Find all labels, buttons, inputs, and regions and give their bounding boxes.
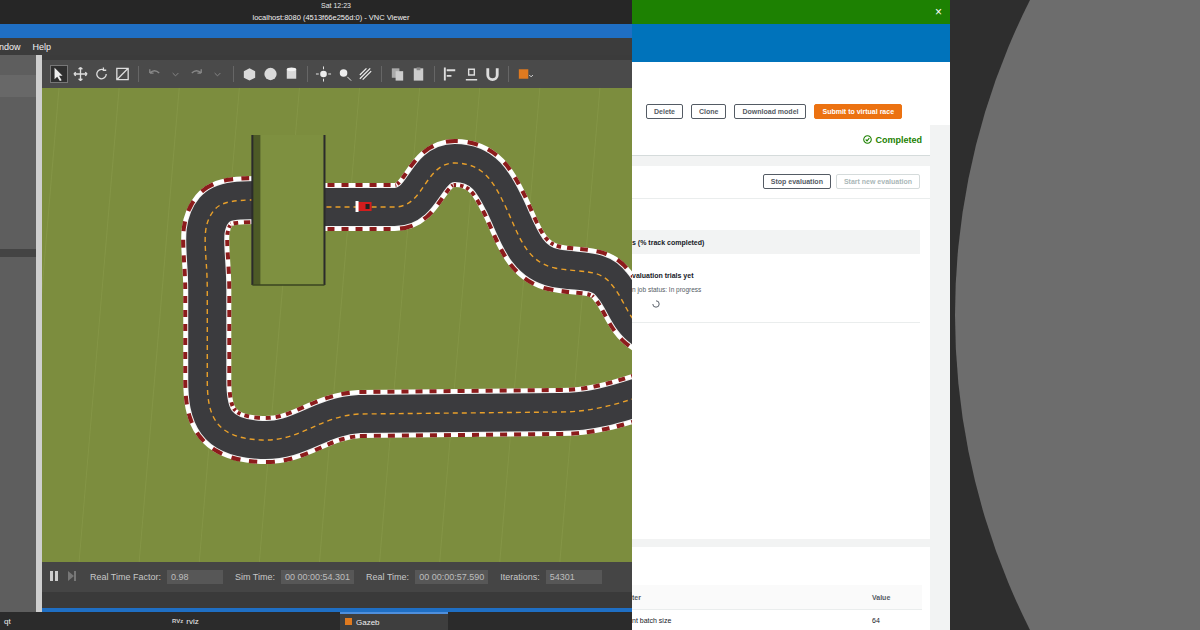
app-logo: RVz [172,618,183,624]
spinner-icon [652,300,660,308]
taskbar-label: qt [4,617,11,626]
action-row: Delete Clone Download model Submit to virtu… [632,62,950,125]
window-bottom [42,592,632,608]
toolbar-separator [434,66,435,82]
toolbar-separator [233,66,234,82]
sun-icon[interactable] [315,66,332,83]
evaluation-button: Start new evaluation [836,174,920,189]
toolbar-separator [138,66,139,82]
status-bar: Real Time Factor: 0.98 Sim Time: 00 00:00:5… [42,562,632,592]
spot-light-icon[interactable] [357,66,374,83]
sphere-icon[interactable] [262,66,279,83]
gazebo-view: Real Time Factor: 0.98 Sim Time: 00 00:00:5… [42,55,632,612]
taskbar-label: rviz [186,617,198,626]
view-angle-icon[interactable] [516,66,533,83]
desktop-background [950,0,1200,630]
dropdown-icon[interactable] [209,66,226,83]
column-header: s (% track completed) [632,239,704,246]
table-header: s (% track completed) [632,230,920,254]
column-header: ter [632,594,872,601]
blue-strip [0,24,632,38]
status-label: Sim Time: [235,572,275,582]
taskbar-item[interactable]: RVzrviz [168,613,340,629]
close-button[interactable]: × [935,5,942,19]
step-icon[interactable] [66,569,78,585]
undo-icon[interactable] [146,66,163,83]
training-status: Completed [632,125,930,156]
taskbar-label: Gazeb [356,618,380,627]
magnet-icon[interactable] [484,66,501,83]
window-title: localhost:8080 (4513f66e256d:0) - VNC Vi… [252,13,409,22]
menu-item[interactable]: ndow [0,42,21,52]
status-value: 0.98 [167,570,223,584]
gazebo-icon [344,617,353,628]
select-arrow-icon[interactable] [50,65,68,83]
menu-bar: ndow Help [0,38,632,55]
vnc-window: Sat 12:23 localhost:8080 (4513f66e256d:0)… [0,0,632,612]
evaluation-actions: Stop evaluation Start new evaluation [632,166,930,199]
copy-icon[interactable] [389,66,406,83]
action-button[interactable]: Clone [691,104,726,119]
action-button[interactable]: Delete [646,104,683,119]
menu-item[interactable]: Help [33,42,52,52]
left-panel [0,55,36,612]
tunnel [252,135,324,285]
table-header-row: terValue [632,585,922,610]
status-label: Real Time: [366,572,409,582]
taskbar-item[interactable]: Gazeb [340,612,448,630]
empty-title: valuation trials yet [632,272,920,279]
redo-icon[interactable] [188,66,205,83]
table-cell: 64 [872,617,922,624]
wallpaper-circle [955,0,1200,630]
action-button[interactable]: Download model [734,104,806,119]
toolbar-separator [381,66,382,82]
point-light-icon[interactable] [336,66,353,83]
evaluation-card: Stop evaluation Start new evaluation s (% … [632,166,930,539]
title-bar: localhost:8080 (4513f66e256d:0) - VNC Vi… [0,11,632,24]
taskbar-item[interactable]: qt [0,613,168,629]
status-value: 00 00:00:57.590 [415,570,488,584]
box-icon[interactable] [241,66,258,83]
status-value: 54301 [546,570,602,584]
panel-row [0,249,36,257]
dropdown-icon[interactable] [167,66,184,83]
table-cell: nt batch size [632,617,872,624]
check-circle-icon [863,135,872,146]
snap-icon[interactable] [463,66,480,83]
clock: Sat 12:23 [321,2,351,9]
align-icon[interactable] [442,66,459,83]
status-value: 00 00:00:54.301 [281,570,354,584]
toolbar-separator [307,66,308,82]
cylinder-icon[interactable] [283,66,300,83]
simulation-canvas[interactable] [42,88,632,562]
status-label: Iterations: [500,572,540,582]
action-button[interactable]: Submit to virtual race [814,104,902,119]
toolbar [42,60,632,88]
status-label: Real Time Factor: [90,572,161,582]
move-icon[interactable] [72,66,89,83]
evaluation-button[interactable]: Stop evaluation [763,174,831,189]
gazebo-main: Real Time Factor: 0.98 Sim Time: 00 00:00:5… [0,55,632,612]
panel-header [0,75,36,97]
empty-state: valuation trials yet n job status: In pro… [632,254,920,323]
system-bar: Sat 12:23 [0,0,632,11]
page-header [632,24,950,62]
scale-icon[interactable] [114,66,131,83]
column-header: Value [872,594,922,601]
car [356,201,372,212]
paste-icon[interactable] [410,66,427,83]
table-row: nt batch size64 [632,610,922,630]
pause-icon[interactable] [48,569,60,585]
notification-bar: × [632,0,950,24]
console-window: × Delete Clone Download model Submit to virt… [632,0,950,630]
status-text: Completed [875,135,922,145]
toolbar-separator [508,66,509,82]
rotate-icon[interactable] [93,66,110,83]
job-status: n job status: In progress [632,286,920,293]
taskbar: qt RVzrviz Gazeb [0,612,632,630]
hyperparameters-card: terValuent batch size64 [632,547,930,630]
